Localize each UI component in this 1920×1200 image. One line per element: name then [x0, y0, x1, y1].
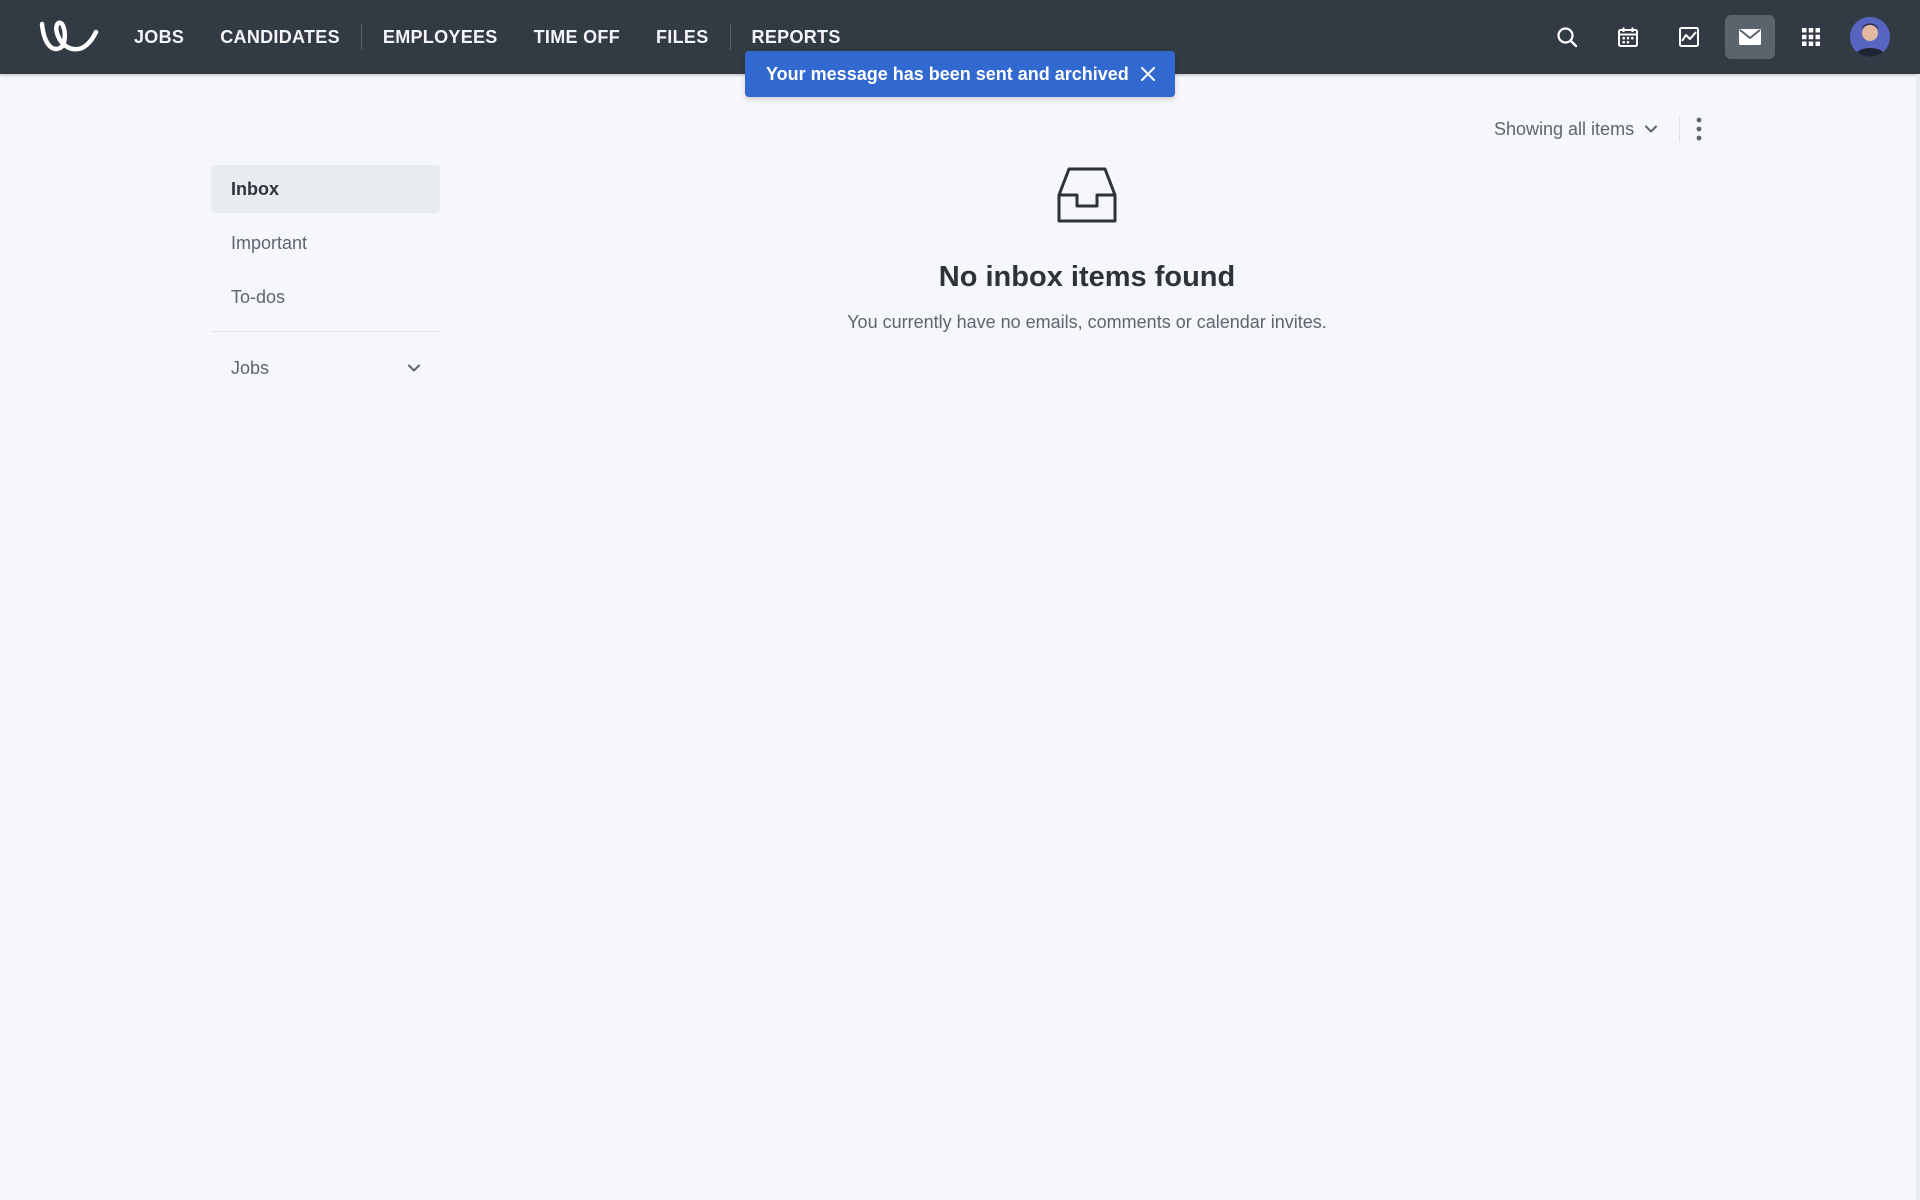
chevron-down-icon [1645, 125, 1658, 133]
sidebar-item-todos[interactable]: To-dos [211, 273, 440, 321]
sidebar-group-label: Jobs [231, 357, 270, 378]
success-toast: Your message has been sent and archived [745, 51, 1175, 97]
nav-files[interactable]: FILES [638, 0, 727, 74]
search-icon [1557, 27, 1578, 48]
sidebar-item-label: Important [231, 232, 308, 253]
inbox-tray-icon [1057, 167, 1117, 223]
sidebar-item-inbox[interactable]: Inbox [211, 165, 440, 213]
toast-message: Your message has been sent and archived [766, 63, 1129, 84]
chevron-down-icon [408, 364, 420, 372]
close-icon[interactable] [1139, 65, 1157, 83]
calendar-icon [1618, 27, 1638, 47]
sidebar-item-label: To-dos [231, 286, 286, 307]
activity-icon [1679, 27, 1699, 47]
search-button[interactable] [1542, 15, 1592, 59]
nav-divider [360, 24, 362, 50]
nav-candidates[interactable]: CANDIDATES [202, 0, 358, 74]
empty-state-subtitle: You currently have no emails, comments o… [847, 312, 1327, 332]
apps-button[interactable] [1786, 15, 1836, 59]
nav-employees[interactable]: EMPLOYEES [365, 0, 516, 74]
calendar-button[interactable] [1603, 15, 1653, 59]
apps-grid-icon [1802, 28, 1820, 46]
inbox-sidebar: Inbox Important To-dos Jobs [211, 165, 440, 398]
user-avatar[interactable] [1850, 17, 1890, 57]
empty-state-title: No inbox items found [938, 261, 1236, 293]
nav-jobs[interactable]: JOBS [116, 0, 202, 74]
user-avatar-image [1850, 17, 1890, 57]
more-options-icon[interactable] [1692, 114, 1706, 144]
sidebar-divider [211, 331, 440, 332]
header-actions [1531, 0, 1890, 74]
sidebar-item-important[interactable]: Important [211, 219, 440, 267]
filter-dropdown[interactable]: Showing all items [1494, 114, 1658, 144]
toolbar-divider [1679, 116, 1680, 142]
sidebar-item-label: Inbox [231, 178, 279, 199]
workable-logo-icon[interactable] [38, 18, 100, 56]
scrollbar-track[interactable] [1916, 74, 1920, 1200]
sidebar-group-jobs[interactable]: Jobs [211, 344, 440, 392]
activity-button[interactable] [1664, 15, 1714, 59]
empty-state: No inbox items found You currently have … [787, 165, 1387, 333]
mail-icon [1739, 29, 1761, 45]
nav-time-off[interactable]: TIME OFF [516, 0, 638, 74]
inbox-button[interactable] [1725, 15, 1775, 59]
nav-divider [729, 24, 731, 50]
filter-label: Showing all items [1494, 118, 1635, 139]
